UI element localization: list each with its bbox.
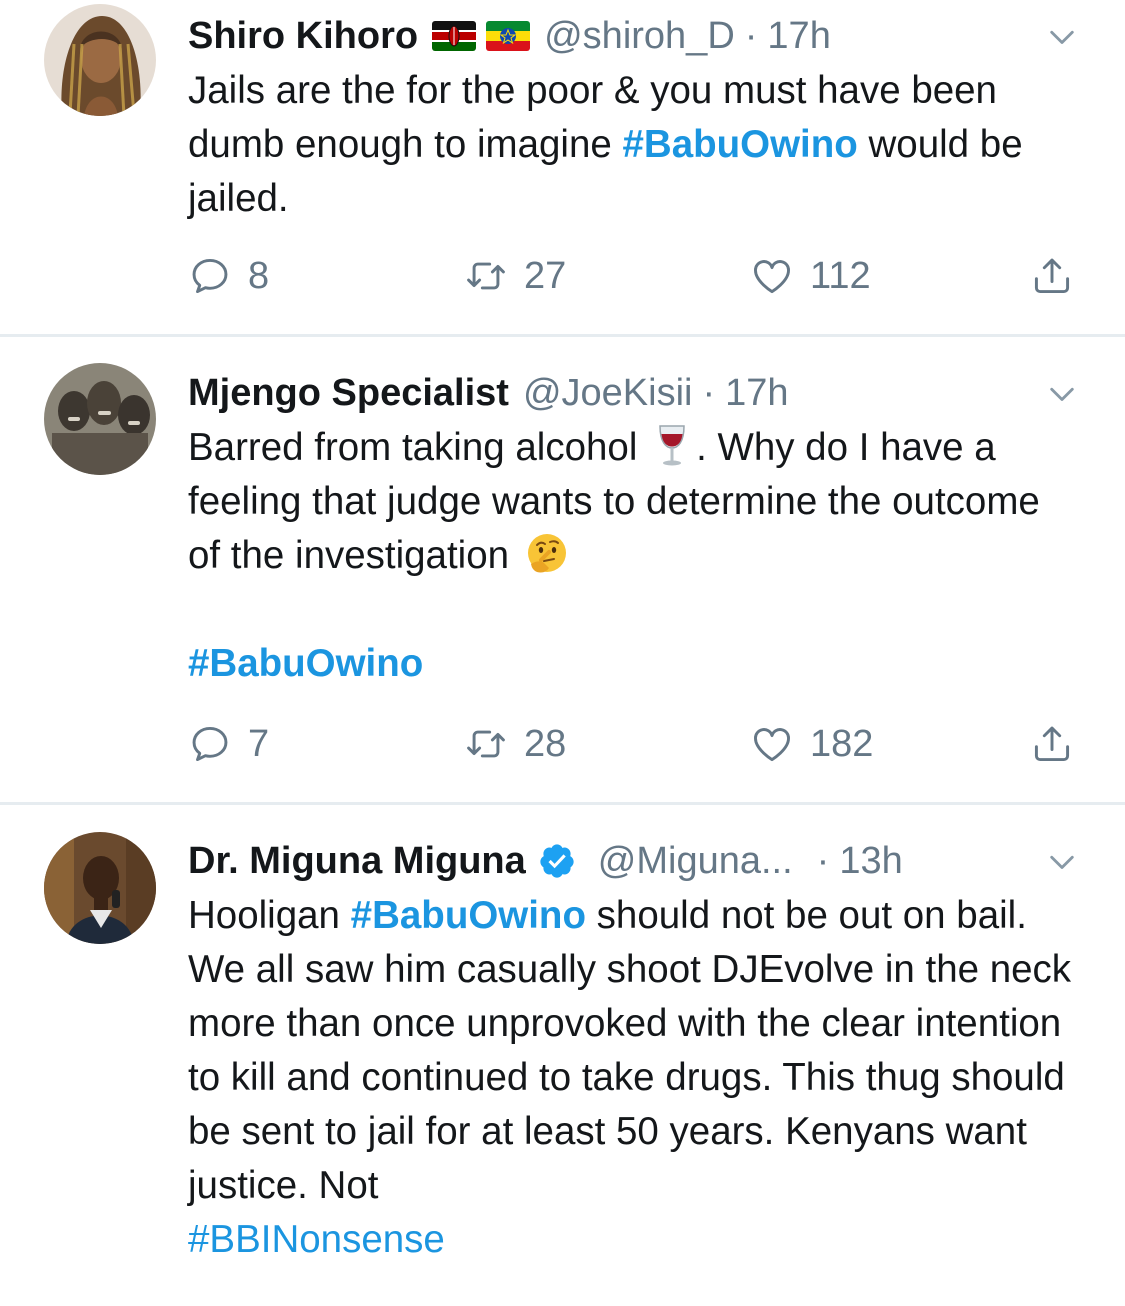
tweet[interactable]: Shiro Kihoro @shiroh_D · 17h Jails are t… xyxy=(0,0,1125,337)
avatar[interactable] xyxy=(44,832,156,944)
timestamp[interactable]: 17h xyxy=(725,372,788,415)
retweet-button[interactable]: 27 xyxy=(464,254,566,298)
retweet-button[interactable]: 28 xyxy=(464,722,566,766)
hashtag-link[interactable]: #BabuOwino xyxy=(623,123,858,166)
tweet-header: Mjengo Specialist @JoeKisii · 17h xyxy=(188,367,1081,419)
reply-count: 7 xyxy=(248,722,270,765)
share-icon xyxy=(1030,722,1074,766)
tweet[interactable]: Dr. Miguna Miguna @Miguna... · 13h Hooli… xyxy=(0,805,1125,1306)
display-name[interactable]: Dr. Miguna Miguna xyxy=(188,840,526,883)
tweet-text: Hooligan #BabuOwino should not be out on… xyxy=(188,889,1081,1267)
tweet-actions: 8 27 112 xyxy=(188,254,1081,308)
timestamp[interactable]: 13h xyxy=(839,840,902,883)
timestamp[interactable]: 17h xyxy=(767,15,830,58)
like-icon xyxy=(750,722,794,766)
user-handle[interactable]: @shiroh_D xyxy=(544,15,735,58)
tweet[interactable]: Mjengo Specialist @JoeKisii · 17h Barred… xyxy=(0,337,1125,805)
tweet-text-part: Barred from taking alcohol xyxy=(188,426,638,469)
separator: · xyxy=(744,14,758,57)
tweet-header: Shiro Kihoro @shiroh_D · 17h xyxy=(188,10,1081,62)
like-button[interactable]: 182 xyxy=(750,722,873,766)
reply-button[interactable]: 8 xyxy=(188,254,269,298)
avatar[interactable] xyxy=(44,4,156,116)
retweet-icon xyxy=(464,722,508,766)
like-count: 112 xyxy=(810,254,871,297)
reply-button[interactable]: 7 xyxy=(188,722,269,766)
chevron-down-icon[interactable] xyxy=(1043,843,1081,881)
tweet-actions: 7 28 182 xyxy=(188,722,1081,776)
hashtag-link[interactable]: #BabuOwino xyxy=(188,642,423,685)
wine-glass-emoji xyxy=(659,425,685,466)
reply-icon xyxy=(188,722,232,766)
tweet-text: Barred from taking alcohol . Why do I ha… xyxy=(188,421,1081,583)
kenya-flag-icon xyxy=(432,21,477,51)
user-handle[interactable]: @Miguna... xyxy=(598,840,793,883)
avatar[interactable] xyxy=(44,363,156,475)
like-icon xyxy=(750,254,794,298)
like-button[interactable]: 112 xyxy=(750,254,871,298)
tweet-text: #BabuOwino xyxy=(188,637,1081,691)
display-name[interactable]: Shiro Kihoro xyxy=(188,15,418,58)
thinking-face-emoji xyxy=(527,534,566,573)
hashtag-link[interactable]: #BabuOwino xyxy=(351,894,586,937)
share-icon xyxy=(1030,254,1074,298)
display-name[interactable]: Mjengo Specialist xyxy=(188,372,509,415)
tweet-header: Dr. Miguna Miguna @Miguna... · 13h xyxy=(188,835,1081,887)
chevron-down-icon[interactable] xyxy=(1043,375,1081,413)
hashtag-link[interactable]: #BBINonsense xyxy=(188,1218,445,1261)
user-handle[interactable]: @JoeKisii xyxy=(523,372,693,415)
share-button[interactable] xyxy=(1030,254,1074,298)
separator: · xyxy=(702,371,716,414)
retweet-count: 28 xyxy=(524,722,567,765)
reply-count: 8 xyxy=(248,254,270,297)
separator: · xyxy=(816,839,830,882)
retweet-icon xyxy=(464,254,508,298)
like-count: 182 xyxy=(810,722,874,765)
tweet-text-part: Hooligan xyxy=(188,894,351,937)
retweet-count: 27 xyxy=(524,254,567,297)
tweet-text-part: should not be out on bail. We all saw hi… xyxy=(188,894,1072,1207)
chevron-down-icon[interactable] xyxy=(1043,18,1081,56)
share-button[interactable] xyxy=(1030,722,1074,766)
tweet-text: Jails are the for the poor & you must ha… xyxy=(188,64,1081,226)
reply-icon xyxy=(188,254,232,298)
verified-icon xyxy=(540,844,574,878)
ethiopia-flag-icon xyxy=(486,21,531,51)
